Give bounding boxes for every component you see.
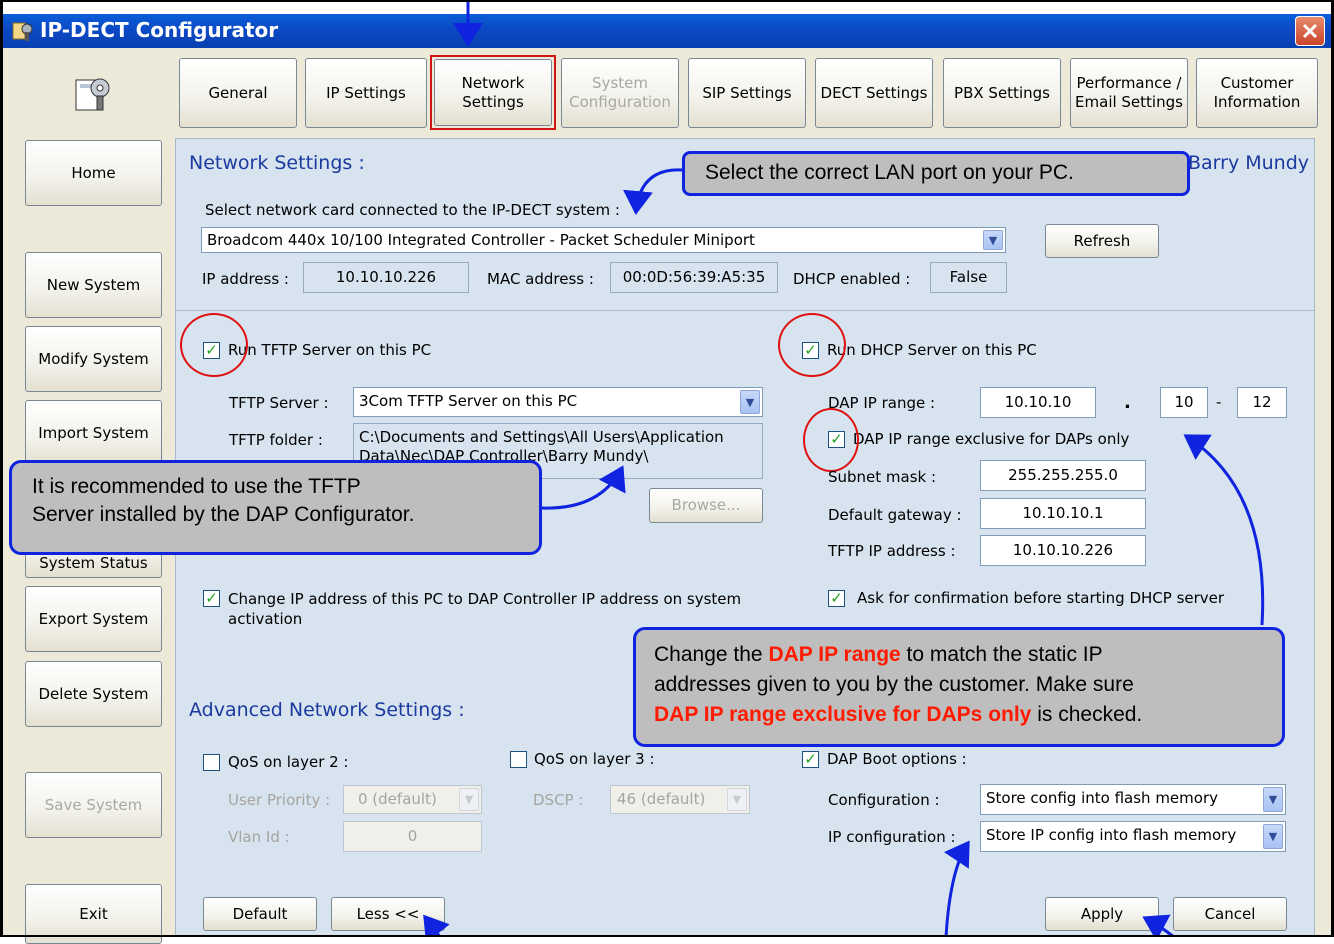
window-frame: [0, 0, 1334, 937]
